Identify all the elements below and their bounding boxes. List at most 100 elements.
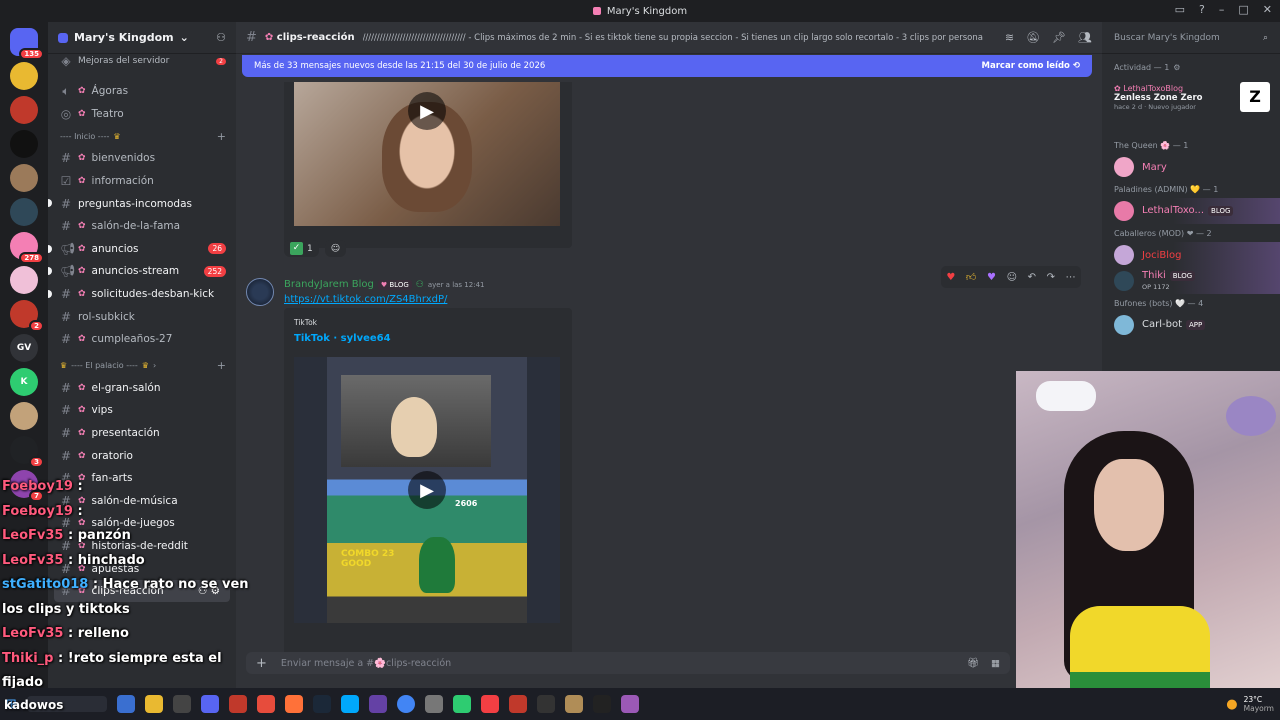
channel-item[interactable]: # ✿ presentación <box>48 422 236 445</box>
server-icon[interactable] <box>10 402 38 430</box>
embed-video[interactable]: 2606 COMBO 23 GOOD ▶ <box>294 357 560 623</box>
app-icon[interactable] <box>536 695 555 713</box>
app-icon[interactable] <box>340 695 359 713</box>
discord-icon[interactable] <box>200 695 219 713</box>
heart-react-icon[interactable]: ♥ <box>946 272 955 283</box>
server-icon[interactable] <box>10 130 38 158</box>
server-icon[interactable] <box>10 96 38 124</box>
add-reaction-button[interactable]: ☺ <box>324 240 347 257</box>
forward-icon[interactable]: ↷ <box>1047 272 1055 283</box>
message-link[interactable]: https://vt.tiktok.com/ZS4BhrxdP/ <box>284 294 447 305</box>
role-group-header[interactable]: Paladines (ADMIN) 💛 — 1 <box>1102 180 1280 198</box>
members-icon[interactable]: 👥︎ <box>1078 31 1092 44</box>
app-icon[interactable] <box>592 695 611 713</box>
channel-item[interactable]: # ✿ cumpleaños-27 <box>48 328 236 351</box>
server-icon[interactable]: K <box>10 368 38 396</box>
add-channel-icon[interactable]: + <box>217 359 226 372</box>
mark-read-button[interactable]: Marcar como leído ⟲ <box>982 61 1080 71</box>
channel-item[interactable]: 📢︎ ✿ anuncios 26 <box>48 238 236 261</box>
server-icon[interactable]: 278 <box>10 232 44 264</box>
author-name[interactable]: BrandyJarem Blog <box>284 279 374 290</box>
server-icon[interactable] <box>10 62 38 90</box>
pin-icon[interactable]: 📌︎ <box>1052 31 1066 44</box>
message-composer[interactable]: + Enviar mensaje a #🌸clips-reacción 🎁︎ ▦ <box>246 652 1010 674</box>
sticker-icon[interactable]: ▦ <box>991 658 1000 669</box>
steam-icon[interactable] <box>312 695 331 713</box>
reaction-check[interactable]: ✓ 1 <box>284 240 319 257</box>
category-palacio[interactable]: ♛ ---- El palacio ---- ♛ › + <box>48 355 236 377</box>
app-icon[interactable] <box>508 695 527 713</box>
help-icon[interactable]: ? <box>1199 3 1205 16</box>
inbox-icon[interactable]: ▭ <box>1175 3 1185 16</box>
play-icon[interactable]: ▶ <box>408 92 446 130</box>
gift-icon[interactable]: 🎁︎ <box>967 658 979 669</box>
threads-icon[interactable]: ≋ <box>1005 31 1014 44</box>
purple-heart-icon[interactable]: ♥ <box>987 272 996 283</box>
embed-title[interactable]: TikTok · sylvee64 <box>294 333 391 344</box>
channel-item[interactable]: # ✿ salón-de-la-fama <box>48 215 236 238</box>
app-icon[interactable] <box>452 695 471 713</box>
role-group-header[interactable]: Caballeros (MOD) ❤ — 2 <box>1102 224 1280 242</box>
channel-item[interactable]: # preguntas-incomodas <box>48 192 236 215</box>
channel-item[interactable]: # ✿ vips <box>48 399 236 422</box>
settings-icon[interactable] <box>172 695 191 713</box>
server-icon[interactable] <box>10 266 38 294</box>
add-member-icon[interactable]: ⚇ <box>216 31 226 44</box>
channel-item-teatro[interactable]: ◎ ✿ Teatro <box>48 103 236 126</box>
taskview-icon[interactable] <box>116 695 135 713</box>
reply-icon[interactable]: ↶ <box>1028 272 1036 283</box>
server-icon[interactable] <box>10 198 38 226</box>
role-group-header[interactable]: The Queen 🌸 — 1 <box>1102 136 1280 154</box>
member-item[interactable]: Carl-bot APP <box>1102 312 1280 338</box>
close-icon[interactable]: ✕ <box>1263 3 1272 16</box>
member-item[interactable]: Thiki BLOG OP 1172 <box>1102 268 1280 294</box>
activity-card[interactable]: ✿ LethalToxoBlog Zenless Zone Zero hace … <box>1102 80 1280 136</box>
channel-item[interactable]: # ✿ el-gran-salón <box>48 377 236 400</box>
channel-item[interactable]: # rol-subkick <box>48 305 236 328</box>
app-icon[interactable] <box>368 695 387 713</box>
category-inicio[interactable]: ---- Inicio ---- ♛ + <box>48 125 236 147</box>
mute-icon[interactable]: 🔕︎ <box>1026 31 1040 44</box>
server-icon[interactable] <box>10 164 38 192</box>
app-icon[interactable] <box>480 695 499 713</box>
channel-item[interactable]: 📢︎ ✿ anuncios-stream 252 <box>48 260 236 283</box>
channel-item[interactable]: ☑ ✿ información <box>48 170 236 193</box>
minimize-icon[interactable]: – <box>1219 3 1225 16</box>
app-icon[interactable] <box>228 695 247 713</box>
server-header[interactable]: Mary's Kingdom ⌄ ⚇ <box>48 22 236 54</box>
maximize-icon[interactable]: □ <box>1238 3 1248 16</box>
add-channel-icon[interactable]: + <box>217 130 226 143</box>
server-icon[interactable]: GV <box>10 334 38 362</box>
app-icon[interactable] <box>620 695 639 713</box>
role-group-header[interactable]: Bufones (bots) 🤍 — 4 <box>1102 294 1280 312</box>
avatar[interactable] <box>246 278 274 306</box>
folder-icon[interactable] <box>144 695 163 713</box>
app-icon[interactable] <box>564 695 583 713</box>
chrome-icon[interactable] <box>396 695 415 713</box>
app-icon[interactable] <box>256 695 275 713</box>
play-icon[interactable]: ▶ <box>408 471 446 509</box>
search-box[interactable]: Buscar Mary's Kingdom ⌕ <box>1102 22 1280 54</box>
firefox-icon[interactable] <box>284 695 303 713</box>
gear-icon[interactable]: ⚙ <box>1173 63 1180 72</box>
member-item[interactable]: JociBlog <box>1102 242 1280 268</box>
channel-item[interactable]: # ✿ bienvenidos <box>48 147 236 170</box>
add-reaction-icon[interactable]: ☺ <box>1007 272 1017 283</box>
embed-provider[interactable]: TikTok <box>294 318 317 327</box>
channel-topic[interactable]: //////////////////////////////////// - C… <box>363 33 997 43</box>
server-icon[interactable]: 3 <box>10 436 44 468</box>
channel-item-agoras[interactable]: 🔈︎ ✿ Ágoras <box>48 80 236 103</box>
more-icon[interactable]: ⋯ <box>1066 272 1076 283</box>
app-icon[interactable] <box>424 695 443 713</box>
server-icon[interactable]: 135 <box>10 28 44 60</box>
weather-widget[interactable]: ● 23°C Mayorm <box>1226 695 1274 713</box>
thumbs-up-icon[interactable]: 👍︎ <box>966 271 976 283</box>
channel-item[interactable]: # ✿ solicitudes-desban-kick <box>48 283 236 306</box>
new-messages-banner[interactable]: Más de 33 mensajes nuevos desde las 21:1… <box>242 55 1092 77</box>
server-icon[interactable]: 2 <box>10 300 44 332</box>
member-item[interactable]: Mary <box>1102 154 1280 180</box>
channel-item-mejoras[interactable]: ◈ Mejoras del servidor 2 <box>48 54 236 68</box>
member-item[interactable]: LethalToxo... BLOG <box>1102 198 1280 224</box>
channel-item[interactable]: # ✿ oratorio <box>48 444 236 467</box>
video-embed-previous[interactable]: ▶ <box>284 82 572 248</box>
